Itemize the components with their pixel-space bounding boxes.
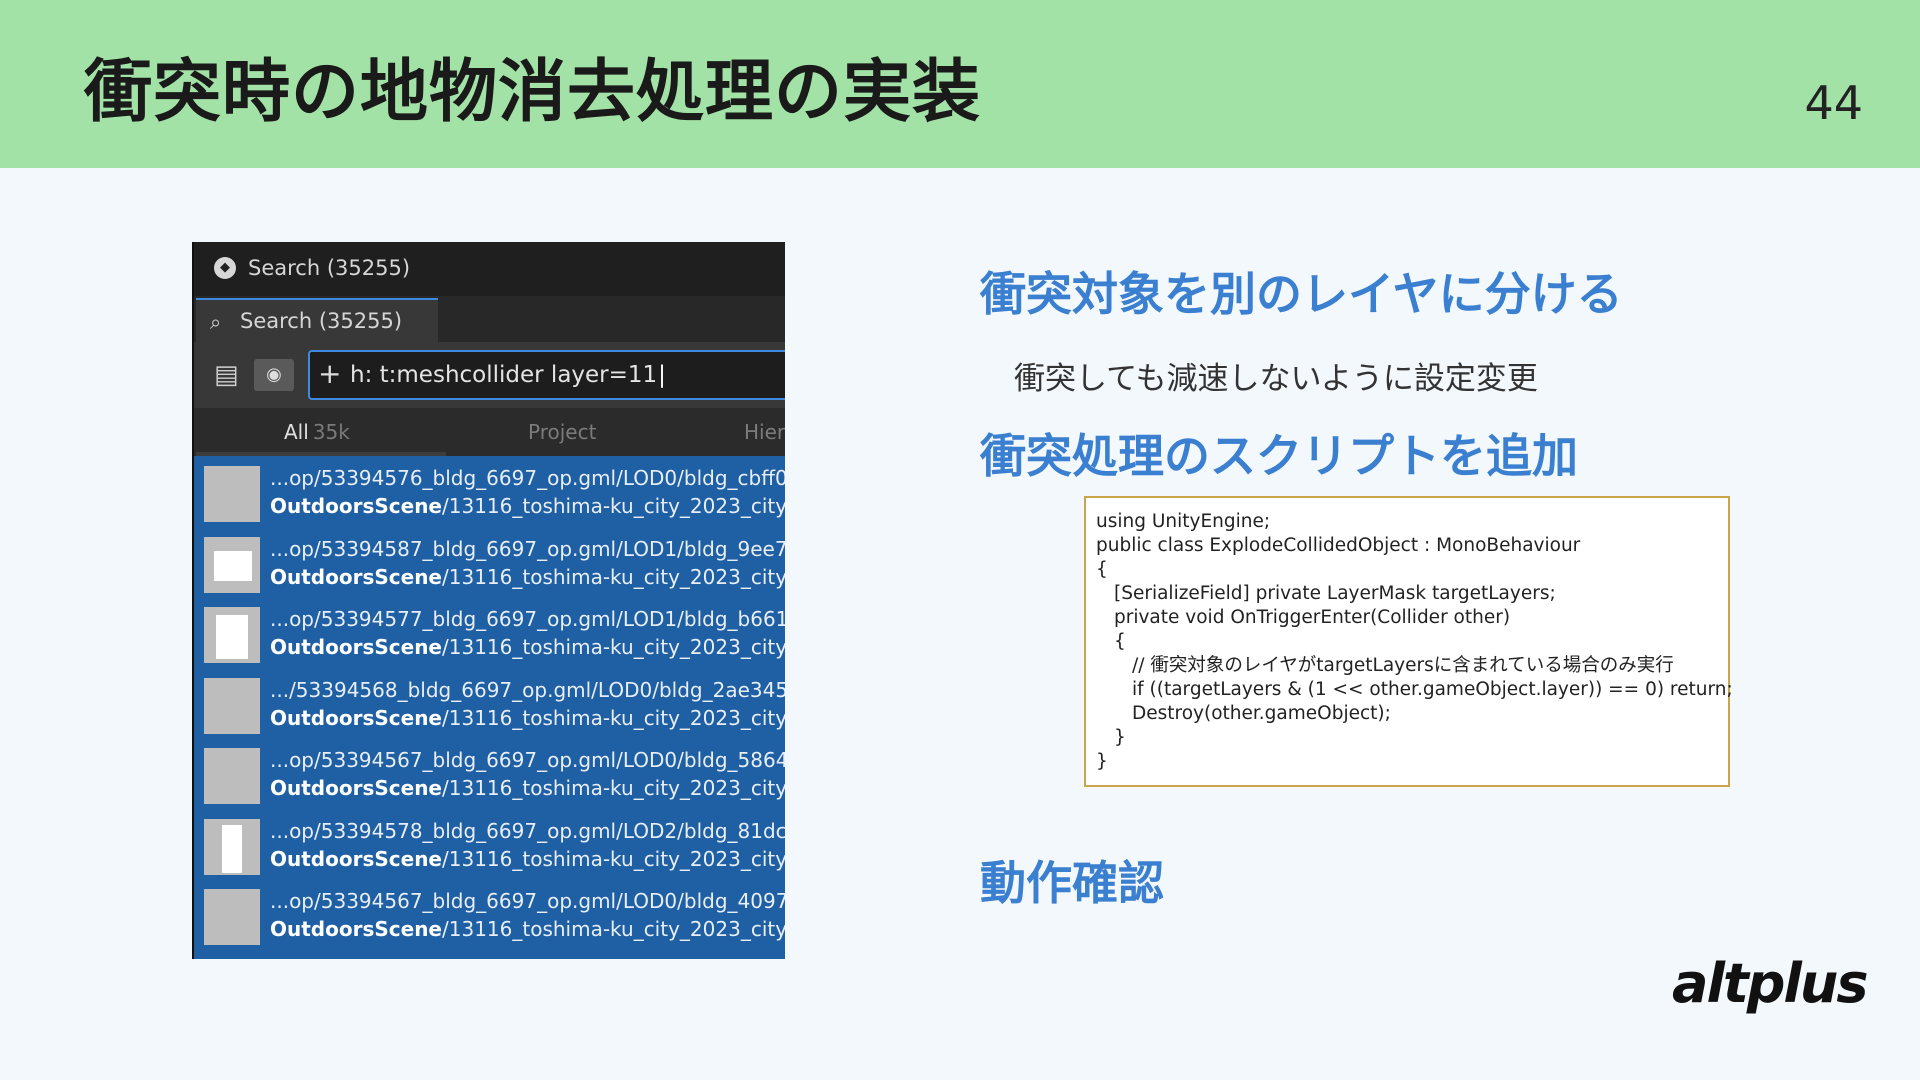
mesh-thumbnail-icon	[204, 748, 260, 804]
result-scene-name: OutdoorsScene	[270, 494, 442, 518]
mesh-thumbnail-icon	[204, 536, 260, 593]
code-line: {	[1096, 559, 1108, 580]
result-scene-name: OutdoorsScene	[270, 635, 442, 659]
mesh-thumbnail-icon	[204, 607, 260, 663]
table-row[interactable]: ...op/53394567_bldg_6697_op.gml/LOD0/bld…	[194, 742, 785, 812]
page-number: 44	[1804, 76, 1863, 130]
code-line: }	[1096, 751, 1108, 772]
table-row[interactable]: ...op/53394567_bldg_6697_op.gml/LOD0/bld…	[194, 883, 785, 953]
result-path: .../53394568_bldg_6697_op.gml/LOD0/bldg_…	[270, 677, 785, 702]
add-filter-icon[interactable]: +	[318, 357, 341, 390]
search-query-input[interactable]: + h: t:meshcollider layer=11	[308, 350, 785, 400]
heading-separate-layer: 衝突対象を別のレイヤに分ける	[980, 267, 1623, 321]
tab-search-label: Search (35255)	[240, 309, 403, 333]
result-scene-name: OutdoorsScene	[270, 846, 442, 871]
table-row[interactable]: ...op/53394587_bldg_6697_op.gml/LOD1/bld…	[194, 531, 785, 601]
result-path: ...op/53394577_bldg_6697_op.gml/LOD1/bld…	[270, 607, 785, 631]
code-line: // 衝突対象のレイヤがtargetLayersに含まれている場合のみ実行	[1132, 655, 1674, 676]
filter-tab-all[interactable]: All 35k	[284, 420, 350, 444]
table-row[interactable]: ...op/53394577_bldg_6697_op.gml/LOD1/bld…	[194, 601, 785, 671]
result-scene-subpath: /13116_toshima-ku_city_2023_citygr	[442, 494, 785, 518]
result-scene-path: OutdoorsScene/13116_toshima-ku_city_2023…	[270, 565, 785, 589]
filter-tab-hierarchy[interactable]: Hier	[744, 420, 785, 444]
result-scene-path: OutdoorsScene/13116_toshima-ku_city_2023…	[270, 706, 785, 730]
heading-verification: 動作確認	[980, 856, 1164, 910]
code-snippet: using UnityEngine; public class ExplodeCo…	[1084, 496, 1733, 787]
code-line: private void OnTriggerEnter(Collider oth…	[1114, 607, 1511, 628]
code-line: using UnityEngine;	[1096, 511, 1271, 532]
provider-filter-tabs: All 35k Project Hier	[194, 408, 785, 456]
mesh-thumbnail-icon	[204, 677, 260, 734]
result-scene-name: OutdoorsScene	[270, 776, 442, 800]
result-scene-path: OutdoorsScene/13116_toshima-ku_city_2023…	[270, 494, 785, 518]
result-scene-subpath: /13116_toshima-ku_city_2023_citygr	[442, 917, 785, 941]
unity-search-window: ◆ Search (35255) ⌕ Search (35255) ▤ ◉ + …	[192, 242, 785, 959]
table-row[interactable]: ...op/53394576_bldg_6697_op.gml/LOD0/bld…	[194, 460, 785, 530]
result-path: ...op/53394567_bldg_6697_op.gml/LOD0/bld…	[270, 748, 785, 772]
table-row[interactable]: ...op/53394578_bldg_6697_op.gml/LOD2/bld…	[194, 813, 785, 883]
result-scene-subpath: /13116_toshima-ku_city_2023_citygr	[442, 846, 785, 871]
result-path: ...op/53394576_bldg_6697_op.gml/LOD0/bld…	[270, 466, 785, 490]
code-line: if ((targetLayers & (1 << other.gameObje…	[1132, 679, 1733, 700]
search-icon: ⌕	[210, 310, 222, 334]
saved-searches-icon[interactable]: ▤	[214, 360, 239, 390]
search-results-list: ...op/53394576_bldg_6697_op.gml/LOD0/bld…	[194, 456, 785, 959]
altplus-logo: altplus	[1672, 952, 1869, 1015]
heading-add-script: 衝突処理のスクリプトを追加	[980, 429, 1578, 483]
code-line: public class ExplodeCollidedObject : Mon…	[1096, 535, 1581, 556]
result-scene-path: OutdoorsScene/13116_toshima-ku_city_2023…	[270, 635, 785, 659]
result-scene-subpath: /13116_toshima-ku_city_2023_citygr	[442, 635, 785, 659]
result-scene-name: OutdoorsScene	[270, 564, 442, 589]
tab-search[interactable]: ⌕ Search (35255)	[196, 298, 438, 344]
window-titlebar: ◆ Search (35255)	[194, 242, 785, 296]
result-scene-path: OutdoorsScene/13116_toshima-ku_city_2023…	[270, 917, 785, 941]
filter-tab-project[interactable]: Project	[528, 420, 596, 444]
result-scene-subpath: /13116_toshima-ku_city_2023_citygr	[442, 564, 785, 589]
code-line: [SerializeField] private LayerMask targe…	[1114, 583, 1556, 604]
search-toolbar: ▤ ◉ + h: t:meshcollider layer=11	[194, 342, 785, 408]
code-line: }	[1114, 727, 1126, 748]
result-scene-name: OutdoorsScene	[270, 705, 442, 730]
result-path: ...op/53394567_bldg_6697_op.gml/LOD0/bld…	[270, 889, 785, 913]
query-builder-toggle-icon[interactable]: ◉	[254, 359, 294, 391]
result-scene-path: OutdoorsScene/13116_toshima-ku_city_2023…	[270, 847, 785, 871]
result-scene-name: OutdoorsScene	[270, 917, 442, 941]
mesh-thumbnail-icon	[204, 889, 260, 945]
code-line: {	[1114, 631, 1126, 652]
mesh-thumbnail-icon	[204, 818, 260, 875]
result-scene-subpath: /13116_toshima-ku_city_2023_citygr	[442, 705, 785, 730]
result-path: ...op/53394587_bldg_6697_op.gml/LOD1/bld…	[270, 536, 785, 561]
sub-text-layer-setting: 衝突しても減速しないように設定変更	[1014, 361, 1538, 397]
filter-tab-all-label: All	[284, 420, 309, 444]
window-title: Search (35255)	[248, 256, 411, 280]
table-row[interactable]: .../53394568_bldg_6697_op.gml/LOD0/bldg_…	[194, 672, 785, 742]
unity-logo-icon: ◆	[214, 257, 236, 279]
slide-title: 衝突時の地物消去処理の実装	[84, 53, 982, 132]
title-bar: 衝突時の地物消去処理の実装 44	[0, 0, 1920, 168]
mesh-thumbnail-icon	[204, 466, 260, 522]
search-query-text[interactable]: h: t:meshcollider layer=11	[350, 362, 666, 388]
code-line: Destroy(other.gameObject);	[1132, 703, 1391, 724]
result-path: ...op/53394578_bldg_6697_op.gml/LOD2/bld…	[270, 818, 785, 843]
result-scene-path: OutdoorsScene/13116_toshima-ku_city_2023…	[270, 776, 785, 800]
result-scene-subpath: /13116_toshima-ku_city_2023_citygr	[442, 776, 785, 800]
filter-tab-all-count: 35k	[312, 420, 350, 444]
